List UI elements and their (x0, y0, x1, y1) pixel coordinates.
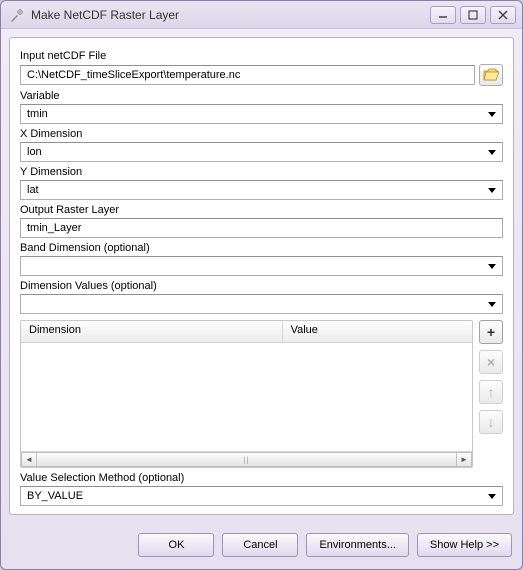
environments-button[interactable]: Environments... (306, 533, 408, 557)
show-help-button[interactable]: Show Help >> (417, 533, 512, 557)
variable-dropdown[interactable]: tmin (20, 104, 503, 124)
input-file-label: Input netCDF File (20, 50, 503, 62)
scroll-track[interactable]: || (37, 452, 456, 467)
window-title: Make NetCDF Raster Layer (31, 8, 430, 22)
content-area: Input netCDF File Variable tmin X Dimens… (1, 29, 522, 523)
form-panel: Input netCDF File Variable tmin X Dimens… (9, 37, 514, 515)
move-down-button[interactable]: ↓ (479, 410, 503, 434)
variable-label: Variable (20, 90, 503, 102)
input-file-field[interactable] (20, 65, 475, 85)
y-dimension-label: Y Dimension (20, 166, 503, 178)
plus-icon: + (487, 324, 495, 340)
hammer-icon (9, 7, 25, 23)
column-value[interactable]: Value (283, 321, 472, 342)
dimension-values-table[interactable]: Dimension Value ◄ || ► (20, 320, 473, 468)
y-dimension-value: lat (27, 184, 488, 196)
cancel-button[interactable]: Cancel (222, 533, 298, 557)
x-dimension-dropdown[interactable]: lon (20, 142, 503, 162)
scroll-left-icon[interactable]: ◄ (21, 452, 37, 467)
table-body[interactable] (21, 343, 472, 451)
dimension-values-dropdown[interactable] (20, 294, 503, 314)
variable-value: tmin (27, 108, 488, 120)
dimension-values-label: Dimension Values (optional) (20, 280, 503, 292)
table-header: Dimension Value (21, 321, 472, 343)
chevron-down-icon (488, 112, 496, 117)
folder-open-icon (483, 68, 499, 82)
column-dimension[interactable]: Dimension (21, 321, 283, 342)
close-button[interactable] (490, 6, 516, 24)
y-dimension-dropdown[interactable]: lat (20, 180, 503, 200)
dialog-window: Make NetCDF Raster Layer Input netCDF Fi… (0, 0, 523, 570)
chevron-down-icon (488, 264, 496, 269)
add-row-button[interactable]: + (479, 320, 503, 344)
titlebar: Make NetCDF Raster Layer (1, 1, 522, 29)
value-selection-dropdown[interactable]: BY_VALUE (20, 486, 503, 506)
arrow-up-icon: ↑ (488, 384, 495, 400)
output-layer-label: Output Raster Layer (20, 204, 503, 216)
scroll-thumb[interactable]: || (37, 452, 456, 467)
chevron-down-icon (488, 302, 496, 307)
table-side-buttons: + × ↑ ↓ (479, 320, 503, 468)
move-up-button[interactable]: ↑ (479, 380, 503, 404)
chevron-down-icon (488, 150, 496, 155)
x-dimension-value: lon (27, 146, 488, 158)
footer-buttons: OK Cancel Environments... Show Help >> (1, 523, 522, 569)
band-dimension-dropdown[interactable] (20, 256, 503, 276)
maximize-button[interactable] (460, 6, 486, 24)
chevron-down-icon (488, 494, 496, 499)
remove-row-button[interactable]: × (479, 350, 503, 374)
ok-button[interactable]: OK (138, 533, 214, 557)
horizontal-scrollbar[interactable]: ◄ || ► (21, 451, 472, 467)
minimize-button[interactable] (430, 6, 456, 24)
browse-button[interactable] (479, 64, 503, 86)
x-icon: × (487, 354, 495, 370)
window-controls (430, 6, 516, 24)
chevron-down-icon (488, 188, 496, 193)
output-layer-field[interactable] (20, 218, 503, 238)
value-selection-label: Value Selection Method (optional) (20, 472, 503, 484)
scroll-right-icon[interactable]: ► (456, 452, 472, 467)
x-dimension-label: X Dimension (20, 128, 503, 140)
value-selection-value: BY_VALUE (27, 490, 488, 502)
arrow-down-icon: ↓ (488, 414, 495, 430)
band-dimension-label: Band Dimension (optional) (20, 242, 503, 254)
